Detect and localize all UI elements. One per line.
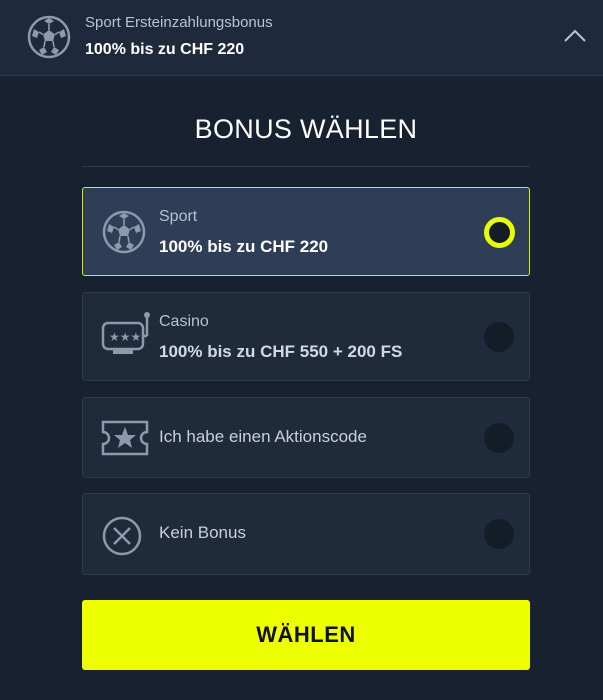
title-divider — [82, 166, 530, 167]
select-bonus-button[interactable]: WÄHLEN — [82, 600, 530, 670]
chevron-up-icon[interactable] — [562, 26, 588, 44]
ticket-star-icon — [101, 420, 149, 456]
option-subtitle: Sport — [159, 208, 198, 225]
close-circle-icon — [102, 516, 142, 556]
radio-selected[interactable] — [484, 217, 515, 248]
svg-text:★★★: ★★★ — [109, 330, 141, 344]
radio-unselected[interactable] — [484, 423, 514, 453]
option-title: 100% bis zu CHF 550 + 200 FS — [159, 342, 403, 361]
option-title: 100% bis zu CHF 220 — [159, 237, 329, 256]
slot-machine-icon: ★★★ — [101, 312, 150, 354]
header-title: 100% bis zu CHF 220 — [85, 41, 245, 58]
bonus-option-sport[interactable]: Sport 100% bis zu CHF 220 — [82, 187, 530, 276]
soccer-ball-icon — [27, 15, 71, 59]
bonus-summary-header[interactable]: Sport Ersteinzahlungsbonus 100% bis zu C… — [0, 0, 603, 76]
radio-unselected[interactable] — [484, 519, 514, 549]
option-subtitle: Casino — [159, 313, 209, 330]
header-subtitle: Sport Ersteinzahlungsbonus — [85, 14, 273, 31]
option-label: Kein Bonus — [159, 523, 246, 542]
bonus-option-casino[interactable]: ★★★ Casino 100% bis zu CHF 550 + 200 FS — [82, 292, 530, 381]
option-label: Ich habe einen Aktionscode — [159, 427, 367, 446]
page-title: BONUS WÄHLEN — [194, 114, 418, 144]
soccer-ball-icon — [102, 210, 146, 254]
radio-unselected[interactable] — [484, 322, 514, 352]
bonus-option-none[interactable]: Kein Bonus — [82, 493, 530, 575]
bonus-option-promo-code[interactable]: Ich habe einen Aktionscode — [82, 397, 530, 478]
